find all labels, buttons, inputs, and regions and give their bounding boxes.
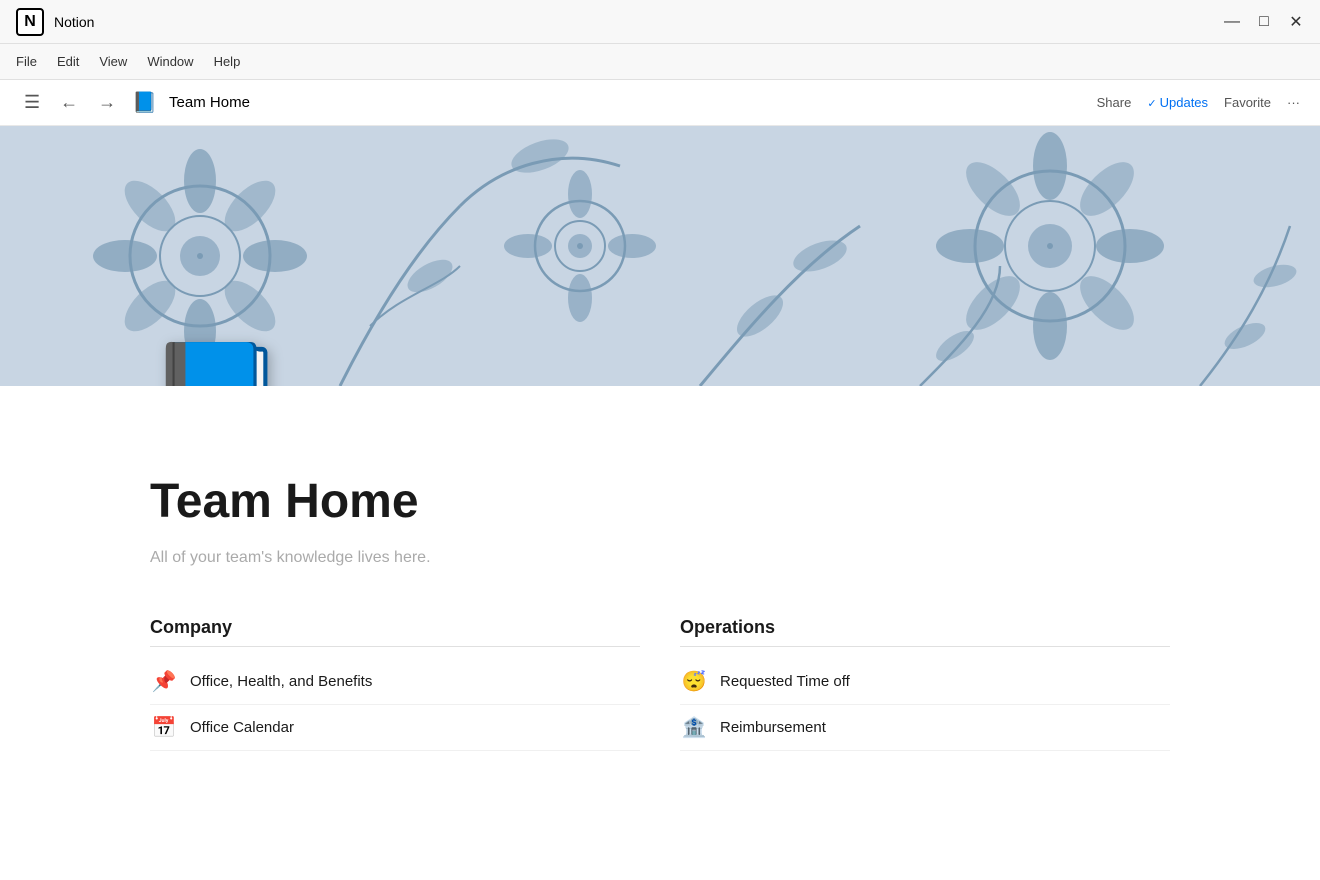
- operations-section: Operations 😴 Requested Time off 🏦 Reimbu…: [680, 617, 1170, 751]
- time-off-icon: 😴: [680, 669, 708, 694]
- time-off-label: Requested Time off: [720, 673, 850, 690]
- office-health-label: Office, Health, and Benefits: [190, 673, 372, 690]
- check-icon: ✓: [1147, 98, 1159, 110]
- page-icon-large: 📘: [145, 346, 288, 386]
- sections-grid: Company 📌 Office, Health, and Benefits 📅…: [150, 617, 1170, 751]
- menu-edit[interactable]: Edit: [57, 54, 79, 69]
- updates-button[interactable]: ✓ Updates: [1147, 95, 1208, 110]
- menu-file[interactable]: File: [16, 54, 37, 69]
- list-item[interactable]: 📅 Office Calendar: [150, 705, 640, 751]
- back-button[interactable]: ←: [56, 88, 82, 117]
- company-section: Company 📌 Office, Health, and Benefits 📅…: [150, 617, 640, 751]
- toolbar: ☰ ← → 📘 Team Home Share ✓ Updates Favori…: [0, 80, 1320, 126]
- company-items-list: 📌 Office, Health, and Benefits 📅 Office …: [150, 659, 640, 751]
- menu-view[interactable]: View: [99, 54, 127, 69]
- cover-image: 📘: [0, 126, 1320, 386]
- favorite-button[interactable]: Favorite: [1224, 95, 1271, 110]
- page-icon-large-container: 📘: [145, 346, 288, 386]
- menu-help[interactable]: Help: [214, 54, 241, 69]
- maximize-button[interactable]: □: [1256, 14, 1272, 30]
- office-health-icon: 📌: [150, 669, 178, 694]
- forward-button[interactable]: →: [94, 88, 120, 117]
- operations-section-title: Operations: [680, 617, 1170, 647]
- page-title-toolbar: Team Home: [169, 94, 250, 111]
- title-bar: N Notion — □ ✕: [0, 0, 1320, 44]
- share-button[interactable]: Share: [1097, 95, 1132, 110]
- reimbursement-label: Reimbursement: [720, 719, 826, 736]
- list-item[interactable]: 🏦 Reimbursement: [680, 705, 1170, 751]
- office-calendar-label: Office Calendar: [190, 719, 294, 736]
- office-calendar-icon: 📅: [150, 715, 178, 740]
- minimize-button[interactable]: —: [1224, 14, 1240, 30]
- page-subtitle: All of your team's knowledge lives here.: [150, 549, 1170, 567]
- toolbar-right: Share ✓ Updates Favorite ···: [1097, 95, 1300, 110]
- more-options-button[interactable]: ···: [1287, 95, 1300, 110]
- page-title: Team Home: [150, 476, 1170, 529]
- menu-window[interactable]: Window: [147, 54, 193, 69]
- notion-app-icon: N: [16, 8, 44, 36]
- page-icon-toolbar: 📘: [132, 90, 157, 115]
- window-controls: — □ ✕: [1224, 14, 1304, 30]
- menu-bar: File Edit View Window Help: [0, 44, 1320, 80]
- content-area: Team Home All of your team's knowledge l…: [0, 386, 1320, 791]
- list-item[interactable]: 📌 Office, Health, and Benefits: [150, 659, 640, 705]
- close-button[interactable]: ✕: [1288, 14, 1304, 30]
- app-name: Notion: [54, 14, 94, 30]
- reimbursement-icon: 🏦: [680, 715, 708, 740]
- list-item[interactable]: 😴 Requested Time off: [680, 659, 1170, 705]
- operations-items-list: 😴 Requested Time off 🏦 Reimbursement: [680, 659, 1170, 751]
- toolbar-left: ☰ ← → 📘 Team Home: [20, 88, 250, 117]
- sidebar-toggle-button[interactable]: ☰: [20, 88, 44, 117]
- title-bar-left: N Notion: [16, 8, 94, 36]
- company-section-title: Company: [150, 617, 640, 647]
